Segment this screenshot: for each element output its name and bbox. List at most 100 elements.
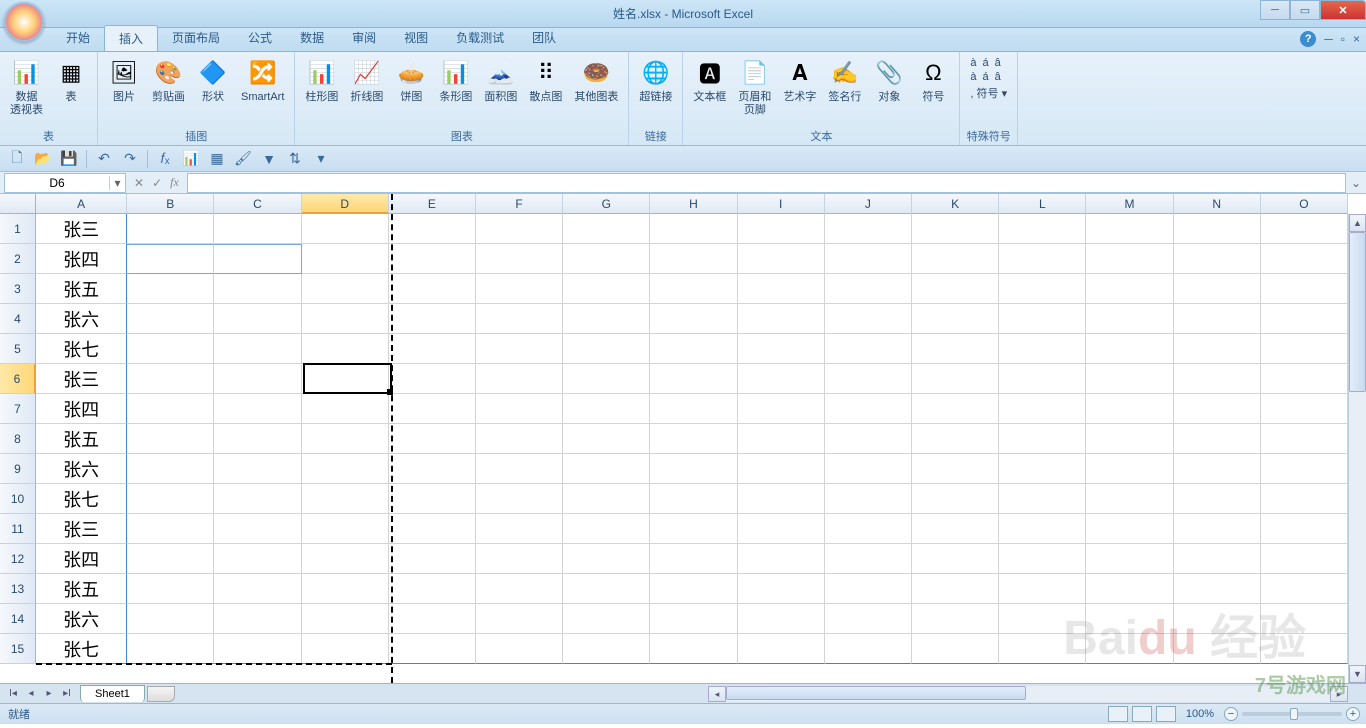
cell-K13[interactable] — [912, 574, 999, 604]
cell-M4[interactable] — [1086, 304, 1173, 334]
cell-E3[interactable] — [389, 274, 476, 304]
cell-O12[interactable] — [1261, 544, 1348, 574]
cell-L12[interactable] — [999, 544, 1086, 574]
save-icon[interactable]: 💾 — [58, 149, 80, 169]
cell-K2[interactable] — [912, 244, 999, 274]
cell-M6[interactable] — [1086, 364, 1173, 394]
cell-F3[interactable] — [476, 274, 563, 304]
cell-E5[interactable] — [389, 334, 476, 364]
column-header-E[interactable]: E — [389, 194, 476, 214]
cell-G14[interactable] — [563, 604, 650, 634]
row-header-13[interactable]: 13 — [0, 574, 36, 604]
cell-E9[interactable] — [389, 454, 476, 484]
column-header-C[interactable]: C — [214, 194, 301, 214]
column-header-M[interactable]: M — [1086, 194, 1173, 214]
cell-D15[interactable] — [302, 634, 389, 664]
cell-F4[interactable] — [476, 304, 563, 334]
cell-N6[interactable] — [1174, 364, 1261, 394]
chart-icon[interactable]: 📊 — [180, 149, 202, 169]
cell-H12[interactable] — [650, 544, 737, 574]
cell-E12[interactable] — [389, 544, 476, 574]
cell-A14[interactable]: 张六 — [36, 604, 127, 634]
cell-L2[interactable] — [999, 244, 1086, 274]
cell-L4[interactable] — [999, 304, 1086, 334]
cell-L7[interactable] — [999, 394, 1086, 424]
cell-B13[interactable] — [127, 574, 214, 604]
add-sheet-button[interactable] — [147, 686, 175, 702]
cell-B8[interactable] — [127, 424, 214, 454]
cell-I13[interactable] — [738, 574, 825, 604]
cell-B11[interactable] — [127, 514, 214, 544]
cancel-formula-icon[interactable]: ✕ — [134, 176, 144, 190]
cell-K3[interactable] — [912, 274, 999, 304]
column-header-F[interactable]: F — [476, 194, 563, 214]
cell-A5[interactable]: 张七 — [36, 334, 127, 364]
page-layout-view-icon[interactable] — [1132, 706, 1152, 722]
cell-L14[interactable] — [999, 604, 1086, 634]
cell-E15[interactable] — [389, 634, 476, 664]
cell-J2[interactable] — [825, 244, 912, 274]
redo-icon[interactable]: ↷ — [119, 149, 141, 169]
cell-B2[interactable] — [127, 244, 214, 274]
cell-C6[interactable] — [214, 364, 301, 394]
cell-B6[interactable] — [127, 364, 214, 394]
cell-K9[interactable] — [912, 454, 999, 484]
ribbon-符号[interactable]: Ω符号 — [913, 55, 953, 130]
cell-C11[interactable] — [214, 514, 301, 544]
minimize-ribbon-icon[interactable]: ─ — [1324, 32, 1333, 46]
normal-view-icon[interactable] — [1108, 706, 1128, 722]
cell-E2[interactable] — [389, 244, 476, 274]
cell-N5[interactable] — [1174, 334, 1261, 364]
cell-I12[interactable] — [738, 544, 825, 574]
cell-O7[interactable] — [1261, 394, 1348, 424]
cell-J12[interactable] — [825, 544, 912, 574]
cell-L5[interactable] — [999, 334, 1086, 364]
ribbon-对象[interactable]: 📎对象 — [869, 55, 909, 130]
zoom-level[interactable]: 100% — [1186, 708, 1214, 720]
cell-J3[interactable] — [825, 274, 912, 304]
cell-J5[interactable] — [825, 334, 912, 364]
cell-D3[interactable] — [302, 274, 389, 304]
cell-A6[interactable]: 张三 — [36, 364, 127, 394]
cell-O10[interactable] — [1261, 484, 1348, 514]
office-button[interactable] — [4, 2, 44, 42]
cell-C13[interactable] — [214, 574, 301, 604]
sheet-nav-first-icon[interactable]: I◂ — [4, 688, 22, 699]
symbol-row[interactable]: àáâ — [970, 71, 1007, 83]
name-box[interactable]: D6 ▾ — [4, 173, 126, 193]
cell-M13[interactable] — [1086, 574, 1173, 604]
cell-D1[interactable] — [302, 214, 389, 244]
cell-I3[interactable] — [738, 274, 825, 304]
cell-G12[interactable] — [563, 544, 650, 574]
cell-M5[interactable] — [1086, 334, 1173, 364]
cell-C8[interactable] — [214, 424, 301, 454]
ribbon-柱形图[interactable]: 📊柱形图 — [301, 55, 342, 130]
cell-G9[interactable] — [563, 454, 650, 484]
ribbon-文本框[interactable]: 🅰文本框 — [689, 55, 730, 130]
cell-F10[interactable] — [476, 484, 563, 514]
cell-O4[interactable] — [1261, 304, 1348, 334]
cell-L6[interactable] — [999, 364, 1086, 394]
cell-N3[interactable] — [1174, 274, 1261, 304]
cell-D4[interactable] — [302, 304, 389, 334]
cell-A9[interactable]: 张六 — [36, 454, 127, 484]
cell-J4[interactable] — [825, 304, 912, 334]
cell-E14[interactable] — [389, 604, 476, 634]
cell-H6[interactable] — [650, 364, 737, 394]
ribbon-剪贴画[interactable]: 🎨剪贴画 — [148, 55, 189, 130]
close-workbook-icon[interactable]: × — [1353, 32, 1360, 46]
cell-G13[interactable] — [563, 574, 650, 604]
cell-M1[interactable] — [1086, 214, 1173, 244]
cell-D8[interactable] — [302, 424, 389, 454]
tab-公式[interactable]: 公式 — [234, 25, 286, 51]
cell-E11[interactable] — [389, 514, 476, 544]
cell-G4[interactable] — [563, 304, 650, 334]
column-header-O[interactable]: O — [1261, 194, 1348, 214]
cell-B12[interactable] — [127, 544, 214, 574]
cell-I14[interactable] — [738, 604, 825, 634]
cell-G5[interactable] — [563, 334, 650, 364]
cell-N15[interactable] — [1174, 634, 1261, 664]
cell-B3[interactable] — [127, 274, 214, 304]
minimize-button[interactable]: ─ — [1260, 0, 1290, 20]
cell-I9[interactable] — [738, 454, 825, 484]
